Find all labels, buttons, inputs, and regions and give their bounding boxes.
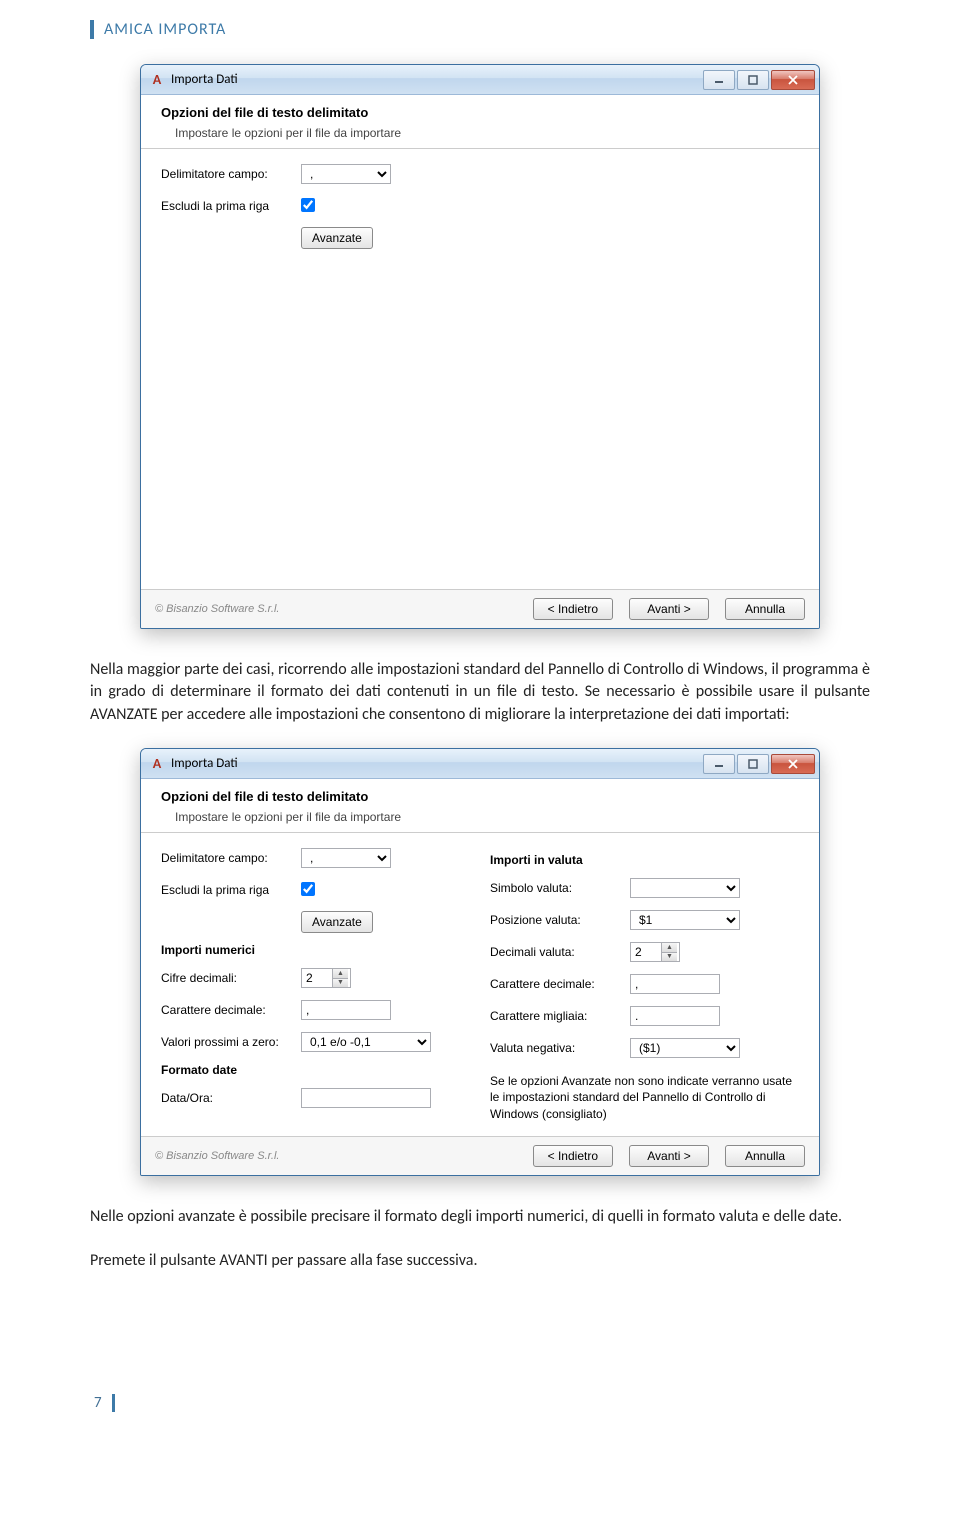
label-curr-dec: Decimali valuta: xyxy=(490,945,630,959)
group-numeric: Importi numerici xyxy=(161,943,470,957)
next-button[interactable]: Avanti > xyxy=(629,598,709,620)
advanced-button[interactable]: Avanzate xyxy=(301,911,373,933)
select-delim[interactable]: , xyxy=(301,164,391,184)
label-near-zero: Valori prossimi a zero: xyxy=(161,1035,301,1049)
paragraph-1: Nella maggior parte dei casi, ricorrendo… xyxy=(90,659,870,726)
dialog-basic: A Importa Dati Opzioni del file di testo… xyxy=(140,64,820,629)
doc-header: AMICA IMPORTA xyxy=(90,20,870,39)
close-button[interactable] xyxy=(771,70,815,90)
window-title: Importa Dati xyxy=(171,756,238,771)
select-delim[interactable]: , xyxy=(301,848,391,868)
window-title: Importa Dati xyxy=(171,72,238,87)
input-curr-dec-char[interactable] xyxy=(630,974,720,994)
app-icon: A xyxy=(149,756,165,772)
cancel-button[interactable]: Annulla xyxy=(725,1145,805,1167)
copyright: © Bisanzio Software S.r.l. xyxy=(155,1150,279,1162)
label-date-time: Data/Ora: xyxy=(161,1091,301,1105)
input-curr-thou[interactable] xyxy=(630,1006,720,1026)
label-decimals: Cifre decimali: xyxy=(161,971,301,985)
label-exclude: Escludi la prima riga xyxy=(161,199,301,213)
minimize-button[interactable] xyxy=(703,70,735,90)
group-currency: Importi in valuta xyxy=(490,853,799,867)
titlebar: A Importa Dati xyxy=(141,65,819,95)
label-delim: Delimitatore campo: xyxy=(161,167,301,181)
checkbox-exclude[interactable] xyxy=(301,882,315,896)
maximize-button[interactable] xyxy=(737,70,769,90)
spinner-down-icon[interactable]: ▼ xyxy=(662,953,677,962)
app-icon: A xyxy=(149,72,165,88)
paragraph-2: Nelle opzioni avanzate è possibile preci… xyxy=(90,1206,870,1228)
back-button[interactable]: < Indietro xyxy=(533,1145,613,1167)
next-button[interactable]: Avanti > xyxy=(629,1145,709,1167)
section-title: Opzioni del file di testo delimitato xyxy=(161,105,799,120)
select-curr-neg[interactable]: ($1) xyxy=(630,1038,740,1058)
label-dec-char: Carattere decimale: xyxy=(161,1003,301,1017)
section-title: Opzioni del file di testo delimitato xyxy=(161,789,799,804)
input-date-time[interactable] xyxy=(301,1088,431,1108)
label-curr-dec-char: Carattere decimale: xyxy=(490,977,630,991)
input-dec-char[interactable] xyxy=(301,1000,391,1020)
spinner-up-icon[interactable]: ▲ xyxy=(333,969,348,979)
section-subtitle: Impostare le opzioni per il file da impo… xyxy=(175,810,799,824)
input-decimals[interactable] xyxy=(302,969,332,987)
close-button[interactable] xyxy=(771,754,815,774)
page-footer: 7 xyxy=(90,1393,870,1412)
paragraph-3: Premete il pulsante AVANTI per passare a… xyxy=(90,1250,870,1272)
label-curr-symbol: Simbolo valuta: xyxy=(490,881,630,895)
checkbox-exclude[interactable] xyxy=(301,198,315,212)
spinner-down-icon[interactable]: ▼ xyxy=(333,979,348,988)
input-curr-dec[interactable] xyxy=(631,943,661,961)
label-exclude: Escludi la prima riga xyxy=(161,883,301,897)
page-number: 7 xyxy=(94,1394,115,1412)
group-date: Formato date xyxy=(161,1063,470,1077)
back-button[interactable]: < Indietro xyxy=(533,598,613,620)
advanced-note: Se le opzioni Avanzate non sono indicate… xyxy=(490,1069,799,1126)
select-curr-symbol[interactable] xyxy=(630,878,740,898)
maximize-button[interactable] xyxy=(737,754,769,774)
cancel-button[interactable]: Annulla xyxy=(725,598,805,620)
dialog-advanced: A Importa Dati Opzioni del file di testo… xyxy=(140,748,820,1176)
select-curr-pos[interactable]: $1 xyxy=(630,910,740,930)
advanced-button[interactable]: Avanzate xyxy=(301,227,373,249)
spinner-curr-dec[interactable]: ▲▼ xyxy=(630,942,680,962)
spinner-up-icon[interactable]: ▲ xyxy=(662,943,677,953)
titlebar: A Importa Dati xyxy=(141,749,819,779)
label-delim: Delimitatore campo: xyxy=(161,851,301,865)
label-curr-thou: Carattere migliaia: xyxy=(490,1009,630,1023)
minimize-button[interactable] xyxy=(703,754,735,774)
select-near-zero[interactable]: 0,1 e/o -0,1 xyxy=(301,1032,431,1052)
section-subtitle: Impostare le opzioni per il file da impo… xyxy=(175,126,799,140)
label-curr-pos: Posizione valuta: xyxy=(490,913,630,927)
copyright: © Bisanzio Software S.r.l. xyxy=(155,603,279,615)
label-curr-neg: Valuta negativa: xyxy=(490,1041,630,1055)
spinner-decimals[interactable]: ▲▼ xyxy=(301,968,351,988)
